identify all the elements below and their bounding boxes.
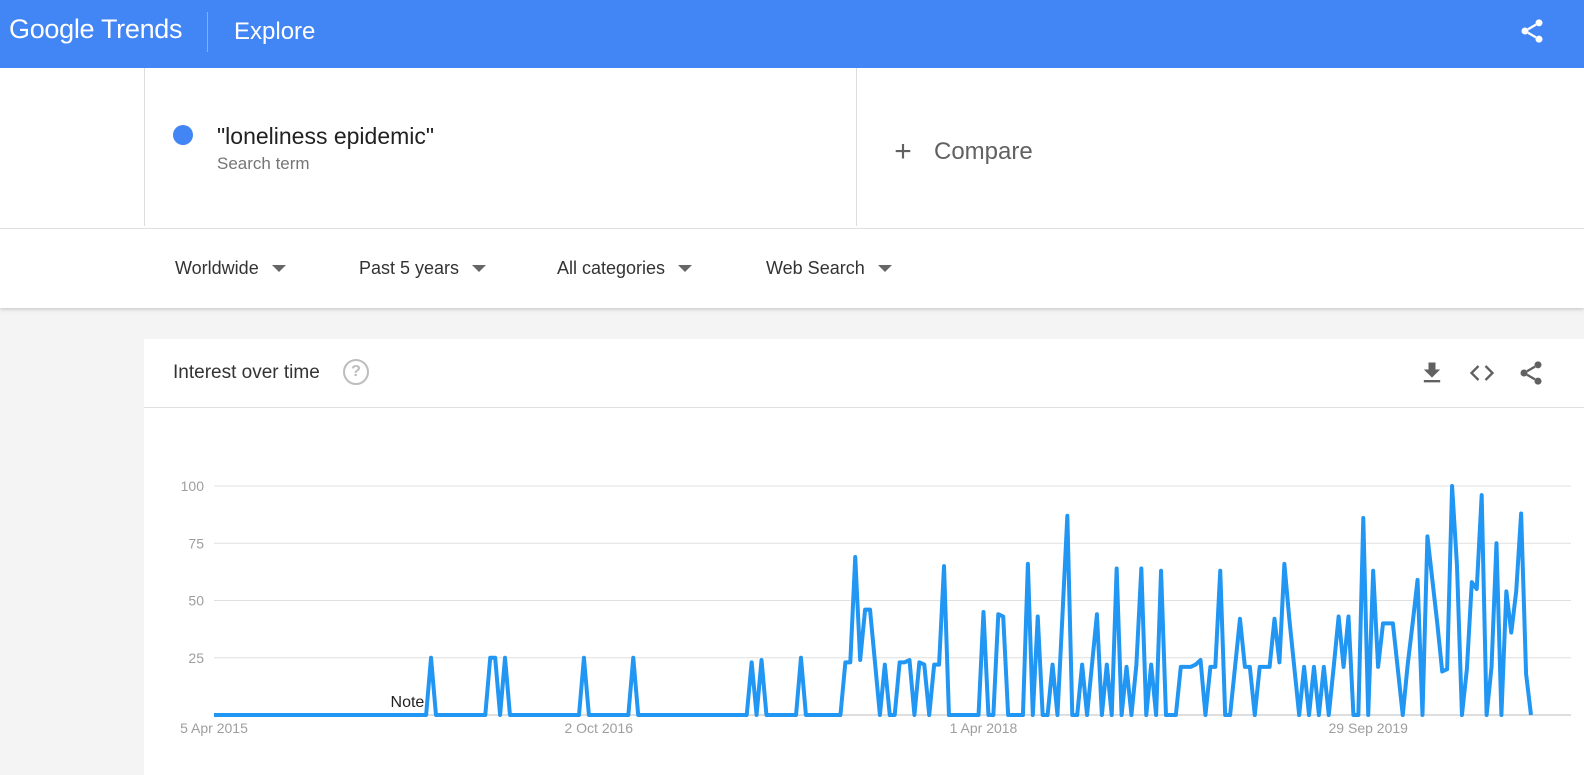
chevron-down-icon [678,265,693,272]
y-tick-label: 25 [188,650,204,666]
filter-search-type[interactable]: Web Search [766,258,892,279]
term-color-dot [173,125,193,145]
plus-icon: + [894,135,912,168]
chevron-down-icon [877,265,892,272]
compare-button[interactable]: + Compare [888,135,1033,168]
search-term-text[interactable]: "loneliness epidemic" [217,123,434,150]
filter-category[interactable]: All categories [557,258,693,279]
logo-google-text: Google [9,14,95,44]
share-icon[interactable] [1518,16,1546,46]
search-term-card[interactable]: "loneliness epidemic" Search term [144,68,857,226]
x-tick-label: 2 Oct 2016 [564,720,633,736]
compare-label: Compare [934,138,1033,165]
x-tick-label: 29 Sep 2019 [1329,720,1409,736]
filter-time-range[interactable]: Past 5 years [359,258,487,279]
filter-category-label: All categories [557,258,666,278]
filter-time-label: Past 5 years [359,258,460,278]
search-term-type: Search term [217,154,310,173]
filter-region[interactable]: Worldwide [175,258,286,279]
filter-search-type-label: Web Search [766,258,865,278]
y-tick-label: 50 [188,593,204,609]
x-tick-label: 1 Apr 2018 [950,720,1018,736]
logo-trends-text: Trends [100,14,183,44]
filter-bar: Worldwide Past 5 years All categories We… [0,228,1584,308]
chevron-down-icon [472,265,487,272]
filter-region-label: Worldwide [175,258,259,278]
google-trends-logo[interactable]: Google Trends [9,14,183,45]
header-divider [207,12,208,52]
interest-line-chart[interactable]: 25 50 75 100 5 Apr 2015 2 Oct 2016 1 Apr 2018 2… [144,339,1584,775]
note-annotation: Note [391,694,425,711]
interest-over-time-card: Interest over time ? 25 50 75 100 5 Apr 2015… [144,339,1584,775]
x-tick-label: 5 Apr 2015 [180,720,248,736]
search-terms-bar: "loneliness epidemic" Search term + Comp… [0,68,1584,228]
y-tick-label: 100 [181,478,205,494]
chevron-down-icon [271,265,286,272]
top-app-bar: Google Trends Explore [0,0,1584,68]
page-title: Explore [234,18,316,45]
y-tick-label: 75 [188,535,204,551]
